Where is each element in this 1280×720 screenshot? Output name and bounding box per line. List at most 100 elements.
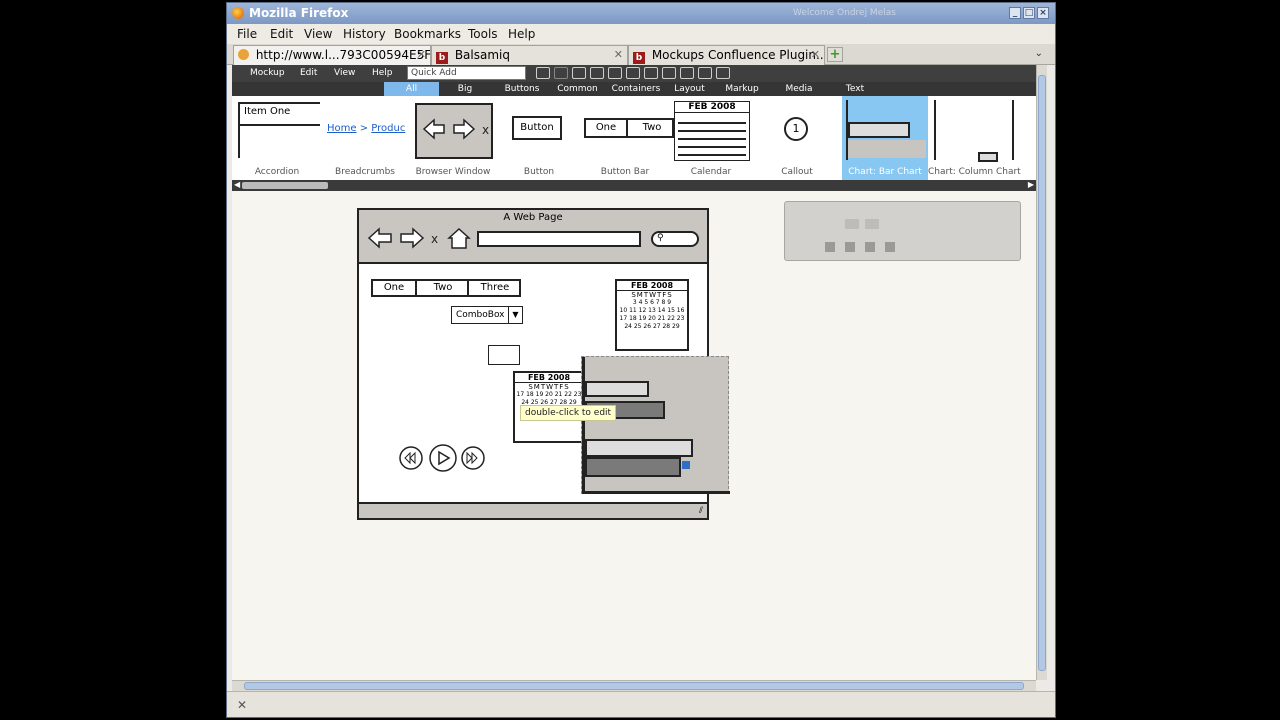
mockup-address-bar[interactable] bbox=[477, 231, 641, 247]
library-item-bar-chart[interactable]: Chart: Bar Chart bbox=[842, 96, 928, 180]
calendar-row: 17 18 19 20 21 22 23 bbox=[619, 315, 685, 322]
library-item-calendar[interactable]: FEB 2008 Calendar bbox=[668, 96, 754, 180]
ungroup-icon[interactable] bbox=[680, 67, 694, 79]
balsamiq-favicon-icon: b bbox=[633, 52, 645, 64]
quick-add-input[interactable]: Quick Add bbox=[407, 66, 526, 80]
browser-nav-icon: x bbox=[422, 118, 489, 140]
menu-history[interactable]: History bbox=[343, 27, 386, 41]
calendar-row: 10 11 12 13 14 15 16 bbox=[619, 307, 685, 314]
mockup-combobox[interactable]: ComboBox ▼ bbox=[451, 306, 523, 324]
tab-label: Mockups Confluence Plugin... bbox=[651, 48, 825, 62]
library-item-accordion[interactable]: Item One Accordion bbox=[232, 96, 322, 180]
close-tab-icon[interactable]: ✕ bbox=[811, 48, 820, 61]
category-media[interactable]: Media bbox=[780, 82, 818, 96]
menu-edit[interactable]: Edit bbox=[300, 68, 317, 78]
library-caption: Button bbox=[523, 167, 555, 177]
menu-bookmarks[interactable]: Bookmarks bbox=[394, 27, 461, 41]
lock-icon[interactable] bbox=[698, 67, 712, 79]
close-tab-icon[interactable]: ✕ bbox=[614, 48, 623, 61]
scroll-left-icon[interactable]: ◀ bbox=[234, 180, 240, 189]
scrollbar-thumb[interactable] bbox=[1038, 75, 1046, 671]
category-tabs: All Big Buttons Common Containers Layout… bbox=[232, 82, 1036, 96]
library-item-column-chart[interactable]: Chart: Column Chart bbox=[928, 96, 1021, 180]
library-item-callout[interactable]: 1 Callout bbox=[754, 96, 840, 180]
redo-icon[interactable] bbox=[554, 67, 568, 79]
scroll-right-icon[interactable]: ▶ bbox=[1028, 180, 1034, 189]
close-window-icon[interactable]: × bbox=[1037, 7, 1049, 19]
mockup-small-box[interactable] bbox=[488, 345, 520, 365]
menu-mockup[interactable]: Mockup bbox=[250, 68, 285, 78]
close-tab-icon[interactable]: ✕ bbox=[417, 48, 426, 61]
tab-url[interactable]: http://www.l...793C00594E5F ✕ bbox=[233, 45, 431, 65]
copy-icon[interactable] bbox=[590, 67, 604, 79]
balsamiq-menu-bar: Mockup Edit View Help Quick Add bbox=[232, 65, 1036, 82]
tab-confluence[interactable]: b Mockups Confluence Plugin... ✕ bbox=[628, 45, 825, 65]
category-big[interactable]: Big bbox=[450, 82, 480, 96]
library-caption: Chart: Column Chart bbox=[928, 167, 1021, 177]
category-layout[interactable]: Layout bbox=[672, 82, 707, 96]
scrollbar-thumb[interactable] bbox=[242, 182, 328, 189]
mockup-calendar-title: FEB 2008 bbox=[515, 373, 583, 383]
menu-help[interactable]: Help bbox=[372, 68, 393, 78]
menu-file[interactable]: File bbox=[237, 27, 257, 41]
breadcrumb-home: Home bbox=[327, 123, 357, 134]
tab-bar: http://www.l...793C00594E5F ✕ b Balsamiq… bbox=[227, 44, 1055, 65]
edit-icon[interactable] bbox=[626, 67, 640, 79]
resize-grip-icon[interactable]: ⫽ bbox=[699, 506, 703, 516]
combobox-value: ComboBox bbox=[456, 310, 505, 320]
calendar-row: 17 18 19 20 21 22 23 bbox=[516, 391, 582, 398]
close-icon[interactable]: ✕ bbox=[237, 698, 247, 712]
duplicate-icon[interactable] bbox=[644, 67, 658, 79]
mockup-tab-three: Three bbox=[480, 282, 510, 293]
menu-help[interactable]: Help bbox=[508, 27, 535, 41]
horizontal-scrollbar[interactable] bbox=[232, 680, 1036, 691]
mockup-calendar-days: SMTWTFS bbox=[528, 383, 570, 391]
delete-icon[interactable] bbox=[716, 67, 730, 79]
page-favicon-icon bbox=[238, 49, 249, 60]
library-caption: Callout bbox=[781, 167, 813, 177]
library-item-button[interactable]: Button Button bbox=[496, 96, 582, 180]
library-item-browser-window[interactable]: x Browser Window bbox=[410, 96, 496, 180]
firefox-logo-icon bbox=[232, 7, 244, 19]
maximize-icon[interactable]: □ bbox=[1023, 7, 1035, 19]
chevron-down-icon: ▼ bbox=[508, 307, 522, 323]
mockup-tab-bar[interactable]: One Two Three bbox=[371, 279, 521, 297]
tab-balsamiq[interactable]: b Balsamiq ✕ bbox=[431, 45, 628, 65]
mockup-search-field[interactable]: ⚲ bbox=[651, 231, 699, 247]
scrollbar-thumb[interactable] bbox=[244, 682, 1024, 690]
library-item-breadcrumbs[interactable]: Home > Produc Breadcrumbs bbox=[322, 96, 408, 180]
minimize-icon[interactable]: _ bbox=[1009, 7, 1021, 19]
menu-edit[interactable]: Edit bbox=[270, 27, 293, 41]
undo-icon[interactable] bbox=[536, 67, 550, 79]
library-scrollbar[interactable]: ◀ ▶ bbox=[232, 180, 1036, 191]
button-thumb: Button bbox=[512, 116, 562, 140]
mockup-calendar[interactable]: FEB 2008 SMTWTFS 3 4 5 6 7 8 9 10 11 12 … bbox=[615, 279, 689, 351]
mockup-calendar-title: FEB 2008 bbox=[617, 281, 687, 291]
mockup-media-controls[interactable] bbox=[397, 444, 489, 472]
edit-tooltip: double-click to edit bbox=[520, 405, 617, 421]
menu-view[interactable]: View bbox=[304, 27, 332, 41]
library-item-button-bar[interactable]: One Two Button Bar bbox=[582, 96, 674, 180]
calendar-row: 3 4 5 6 7 8 9 bbox=[632, 299, 672, 306]
menu-tools[interactable]: Tools bbox=[468, 27, 498, 41]
tab-list-chevron-icon[interactable]: ⌄ bbox=[1035, 48, 1043, 59]
category-common[interactable]: Common bbox=[555, 82, 600, 96]
category-containers[interactable]: Containers bbox=[610, 82, 662, 96]
vertical-scrollbar[interactable] bbox=[1036, 65, 1047, 680]
category-all[interactable]: All bbox=[384, 82, 439, 96]
tab-label: Balsamiq bbox=[454, 48, 510, 62]
new-tab-button[interactable]: + bbox=[827, 47, 843, 62]
group-icon[interactable] bbox=[662, 67, 676, 79]
category-buttons[interactable]: Buttons bbox=[502, 82, 542, 96]
cut-icon[interactable] bbox=[572, 67, 586, 79]
property-inspector[interactable] bbox=[784, 201, 1021, 261]
library-caption: Breadcrumbs bbox=[335, 167, 395, 177]
paste-icon[interactable] bbox=[608, 67, 622, 79]
callout-thumb: 1 bbox=[784, 117, 808, 141]
category-text[interactable]: Text bbox=[840, 82, 870, 96]
library-caption: Accordion bbox=[254, 167, 300, 177]
mockup-bar-chart[interactable] bbox=[581, 356, 730, 494]
title-bar: Mozilla Firefox Welcome Ondrej Melas _ □… bbox=[227, 3, 1055, 24]
menu-view[interactable]: View bbox=[334, 68, 355, 78]
category-markup[interactable]: Markup bbox=[722, 82, 762, 96]
